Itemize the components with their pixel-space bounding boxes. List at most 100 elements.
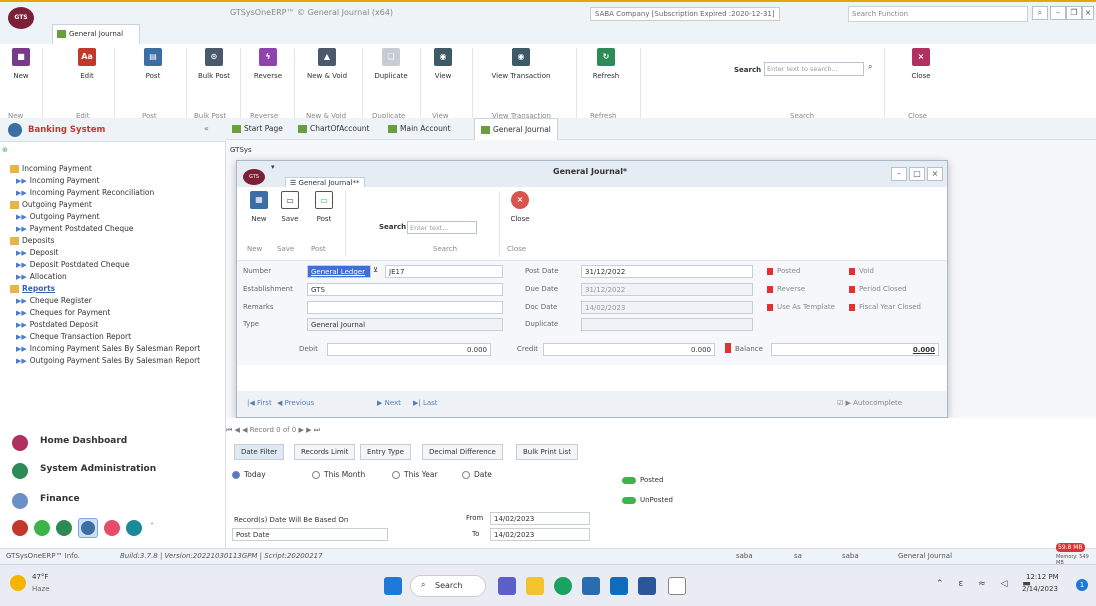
ribbon-reverse-button[interactable]: ϟ Reverse [244,48,292,80]
tree-item[interactable]: ▶▶ Deposit [16,248,58,257]
ribbon-new-button[interactable]: ■ New [6,48,36,80]
clock-date[interactable]: 2/14/2023 [1022,585,1058,593]
tab-main-account[interactable]: Main Account [382,121,457,136]
ribbon-duplicate-button[interactable]: ❏ Duplicate [366,48,416,80]
outlook-icon[interactable] [610,577,628,595]
search-icon[interactable]: ⌕ [1032,6,1048,20]
nav-finance[interactable]: Finance [0,488,226,514]
dialog-post-button[interactable]: ▭ Post [309,191,339,223]
app-icon[interactable] [582,577,600,595]
tree-item[interactable]: ▶▶ Outgoing Payment [16,212,100,221]
radio-date[interactable]: Date [462,470,492,479]
dialog-save-button[interactable]: ▭ Save [275,191,305,223]
close-window-button[interactable]: × [1082,6,1094,20]
toggle-unposted[interactable]: UnPosted [622,496,673,504]
clock-time[interactable]: 12:12 PM [1026,573,1059,581]
collapse-icon[interactable]: « [204,124,209,133]
establishment-select[interactable]: GTS [307,283,503,296]
module-icon-6[interactable] [126,520,142,536]
nav-home-dashboard[interactable]: Home Dashboard [0,430,226,456]
word-icon[interactable] [638,577,656,595]
tab-general-journal[interactable]: General Journal [474,118,558,140]
tree-folder[interactable]: Incoming Payment [10,164,92,173]
doc-date-input[interactable]: 14/02/2023 [581,301,753,314]
from-date-input[interactable]: 14/02/2023 [490,512,590,525]
nav-first-button[interactable]: |◀ First [247,399,272,407]
ribbon-refresh-button[interactable]: ↻ Refresh [586,48,626,80]
tree-item[interactable]: ▶▶ Postdated Deposit [16,320,98,329]
tree-item[interactable]: ▶▶ Incoming Payment Sales By Salesman Rep… [16,344,200,353]
radio-today[interactable]: Today [232,470,266,479]
tree-item[interactable]: ▶▶ Incoming Payment Reconciliation [16,188,154,197]
ribbon-view-button[interactable]: ◉ View [428,48,458,80]
dialog-search-input[interactable]: Enter text... [407,221,477,234]
tab-date-filter[interactable]: Date Filter [234,444,285,460]
number-type-select[interactable]: General Ledger N [307,265,371,284]
number-input[interactable]: JE17 [385,265,503,278]
module-icon-2[interactable] [34,520,50,536]
module-icon-1[interactable] [12,520,28,536]
tab-decimal-difference[interactable]: Decimal Difference [422,444,503,460]
tree-item[interactable]: ▶▶ Cheque Transaction Report [16,332,131,341]
dialog-maximize-button[interactable]: □ [909,167,925,181]
tab-start-page[interactable]: Start Page [226,121,289,136]
dropdown-icon[interactable]: ⊻ [373,266,378,274]
dropdown-icon[interactable]: ▾ [271,163,275,171]
based-on-select[interactable]: Post Date [232,528,388,541]
nav-last-button[interactable]: ▶| Last [413,399,438,407]
tree-item[interactable]: ▶▶ Incoming Payment [16,176,100,185]
tree-item[interactable]: ▶▶ Cheques for Payment [16,308,110,317]
ribbon-view-transaction-button[interactable]: ◉ View Transaction [488,48,554,80]
erp-app-icon[interactable] [668,577,686,595]
ribbon-post-button[interactable]: ▤ Post [138,48,168,80]
tab-bulk-print-list[interactable]: Bulk Print List [516,444,579,460]
to-date-input[interactable]: 14/02/2023 [490,528,590,541]
tree-folder[interactable]: Deposits [10,236,55,245]
toggle-posted[interactable]: Posted [622,476,663,484]
tree-item[interactable]: ▶▶ Outgoing Payment Sales By Salesman Rep… [16,356,200,365]
dialog-new-button[interactable]: ▦ New [245,191,273,223]
ribbon-edit-button[interactable]: Aa Edit [72,48,102,80]
search-icon[interactable]: ⌕ [868,62,872,72]
tab-records-limit[interactable]: Records Limit [294,444,356,460]
nav-next-button[interactable]: ▶ Next [377,399,401,407]
radio-this-month[interactable]: This Month [312,470,365,479]
tree-item[interactable]: ▶▶ Deposit Postdated Cheque [16,260,129,269]
chat-icon[interactable] [498,577,516,595]
chrome-icon[interactable] [554,577,572,595]
module-icon-5[interactable] [104,520,120,536]
remarks-input[interactable] [307,301,503,314]
more-modules-icon[interactable]: ˅ [150,522,154,531]
dialog-close-action-button[interactable]: × Close [505,191,535,223]
notification-badge[interactable]: 1 [1076,579,1088,591]
ribbon-bulk-post-button[interactable]: ⊙ Bulk Post [190,48,238,80]
windows-start-icon[interactable] [384,577,402,595]
record-navigation[interactable]: ⏮ ◀ ◀ Record 0 of 0 ▶ ▶ ⏭ [226,426,320,435]
tree-folder-reports[interactable]: Reports [10,284,55,293]
radio-this-year[interactable]: This Year [392,470,438,479]
tree-item[interactable]: ▶▶ Payment Postdated Cheque [16,224,133,233]
maximize-button[interactable]: ❐ [1066,6,1082,20]
tree-item[interactable]: ▶▶ Cheque Register [16,296,92,305]
autocomplete-toggle[interactable]: ☑ ▶ Autocomplete [837,399,902,407]
ribbon-close-button[interactable]: × Close [906,48,936,80]
nav-system-administration[interactable]: System Administration [0,458,226,484]
type-select[interactable]: General Journal [307,318,503,331]
status-info[interactable]: GTSysOneERP™ Info. [6,552,80,560]
due-date-input[interactable]: 31/12/2022 [581,283,753,296]
document-tab[interactable]: General Journal [52,24,140,44]
tree-folder[interactable]: Outgoing Payment [10,200,92,209]
nav-previous-button[interactable]: ◀ Previous [277,399,314,407]
minimize-button[interactable]: – [1050,6,1066,20]
module-icon-3[interactable] [56,520,72,536]
duplicate-input[interactable] [581,318,753,331]
dialog-close-button[interactable]: × [927,167,943,181]
ribbon-search-input[interactable]: Enter text to search... [764,62,864,76]
ribbon-new-void-button[interactable]: ▲ New & Void [298,48,356,80]
post-date-input[interactable]: 31/12/2022 [581,265,753,278]
tab-entry-type[interactable]: Entry Type [360,444,411,460]
search-function-input[interactable]: Search Function [848,6,1028,22]
dialog-minimize-button[interactable]: – [891,167,907,181]
taskbar-search[interactable]: ⌕ Search [410,575,486,597]
banking-module-icon[interactable] [78,518,98,538]
